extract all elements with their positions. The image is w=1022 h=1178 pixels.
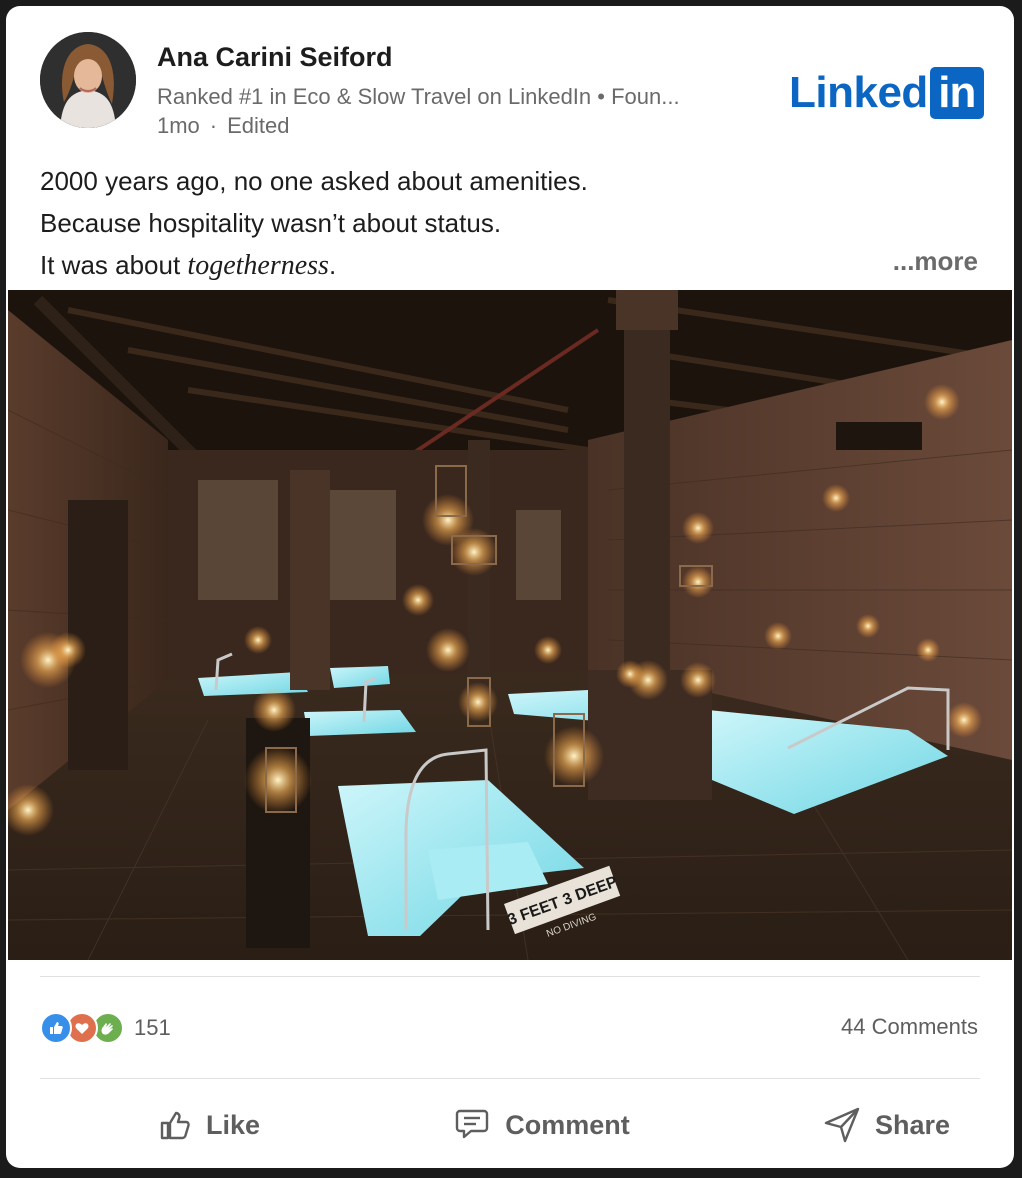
image-divider	[40, 976, 980, 977]
author-photo	[40, 32, 136, 128]
post-line-2: Because hospitality wasn’t about status.	[40, 208, 502, 238]
post-line-1: 2000 years ago, no one asked about ameni…	[40, 166, 588, 196]
post-body: 2000 years ago, no one asked about ameni…	[40, 160, 980, 287]
reactions-summary[interactable]: 151	[40, 1012, 171, 1044]
thumbs-up-icon	[160, 1111, 190, 1140]
post-line-3-emphasis: togetherness	[187, 250, 329, 281]
comment-button-label: Comment	[505, 1109, 630, 1140]
comment-button[interactable]: Comment	[439, 1100, 644, 1150]
reaction-count: 151	[134, 1015, 171, 1040]
share-button-label: Share	[874, 1109, 950, 1140]
comments-count-link[interactable]: 44 Comments	[841, 1014, 978, 1040]
comment-bubble-icon	[456, 1109, 489, 1139]
logo-wordmark: Linked	[789, 67, 928, 117]
post-image[interactable]: 3 FEET 3 DEEP NO DIVING	[8, 290, 1012, 960]
logo-in-box: in	[929, 66, 984, 119]
like-button[interactable]: Like	[144, 1100, 274, 1150]
bathhouse-photo: 3 FEET 3 DEEP NO DIVING	[8, 290, 1012, 960]
author-headline: Ranked #1 in Eco & Slow Travel on Linked…	[157, 84, 680, 109]
like-reaction-icon	[40, 1012, 72, 1044]
post-line-3: It was about togetherness.	[40, 244, 980, 287]
post-time: 1mo	[157, 113, 200, 138]
edited-label: Edited	[227, 113, 290, 138]
like-button-label: Like	[206, 1109, 261, 1140]
post-actions-bar: Like Comment Share	[40, 1092, 980, 1158]
send-arrow-icon	[824, 1107, 860, 1143]
post-card: Ana Carini Seiford Ranked #1 in Eco & Sl…	[6, 6, 1014, 1168]
see-more-link[interactable]: ...more	[893, 246, 978, 277]
actions-divider	[40, 1078, 980, 1079]
share-button[interactable]: Share	[809, 1098, 964, 1152]
post-line-3-suffix: .	[328, 250, 337, 280]
author-avatar[interactable]	[40, 32, 136, 128]
post-line-3-prefix: It was about	[40, 250, 188, 280]
post-meta: 1mo · Edited	[157, 113, 290, 139]
meta-separator: ·	[209, 113, 218, 138]
author-name[interactable]: Ana Carini Seiford	[157, 42, 393, 73]
linkedin-logo: Linked in	[789, 65, 999, 120]
